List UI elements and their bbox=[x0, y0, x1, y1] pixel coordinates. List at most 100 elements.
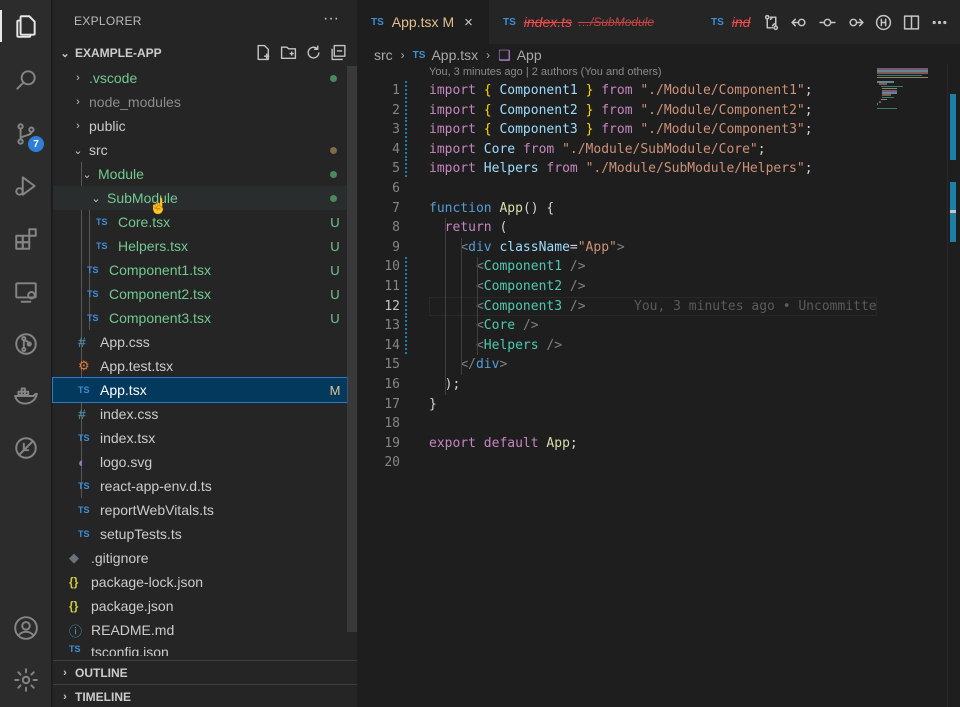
tree-file-helpers[interactable]: TS Helpers.tsx U bbox=[53, 234, 347, 258]
code-line[interactable]: 13 <Core /> bbox=[357, 316, 877, 336]
code-line[interactable]: 1 import { Component1 } from "./Module/Co… bbox=[357, 81, 877, 101]
code-line[interactable]: 15 </div> bbox=[357, 355, 877, 375]
remote-explorer-icon[interactable] bbox=[0, 272, 52, 312]
gitlens-inspect-icon[interactable] bbox=[875, 14, 892, 31]
tab-ind[interactable]: TS ind bbox=[697, 0, 757, 44]
sidebar-scrollbar[interactable] bbox=[347, 66, 357, 632]
gutter-change-marker bbox=[405, 100, 407, 121]
tree-file-component1[interactable]: TS Component1.tsx U bbox=[53, 258, 347, 282]
chevron-down-icon: ⌄ bbox=[60, 47, 70, 60]
code-line[interactable]: 20 bbox=[357, 453, 877, 473]
commit-icon[interactable] bbox=[819, 14, 836, 31]
editor-scrollbar[interactable] bbox=[947, 64, 960, 707]
git-status-untracked: U bbox=[330, 310, 340, 326]
explorer-more-actions[interactable]: ··· bbox=[323, 10, 339, 28]
code-line[interactable]: 3 import { Component3 } from "./Module/Co… bbox=[357, 120, 877, 140]
codelens-blame[interactable]: You, 3 minutes ago | 2 authors (You and … bbox=[429, 66, 662, 78]
chevron-right-icon: › bbox=[63, 690, 67, 703]
new-file-icon[interactable] bbox=[255, 44, 272, 61]
extensions-icon[interactable] bbox=[0, 219, 52, 259]
git-status-dot bbox=[330, 74, 337, 82]
tree-file-component2[interactable]: TS Component2.tsx U bbox=[53, 282, 347, 306]
breadcrumb-folder[interactable]: src bbox=[374, 47, 393, 63]
next-change-icon[interactable] bbox=[847, 14, 864, 31]
run-debug-icon[interactable] bbox=[0, 166, 52, 206]
tree-file-package-json[interactable]: {} package.json bbox=[53, 594, 347, 618]
breadcrumb-symbol[interactable]: App bbox=[517, 47, 542, 63]
tree-file-setup-tests[interactable]: TS setupTests.ts bbox=[53, 522, 347, 546]
line-number: 1 bbox=[392, 83, 400, 98]
refresh-icon[interactable] bbox=[305, 44, 322, 61]
git-status-untracked: U bbox=[330, 262, 340, 278]
gitlens-icon[interactable] bbox=[0, 428, 52, 468]
tree-folder-module[interactable]: ⌄ Module bbox=[53, 162, 347, 186]
tree-file-component3[interactable]: TS Component3.tsx U bbox=[53, 306, 347, 330]
code-line[interactable]: 4 import Core from "./Module/SubModule/Co… bbox=[357, 139, 877, 160]
search-icon[interactable] bbox=[0, 60, 52, 100]
tree-item-label: public bbox=[89, 118, 126, 134]
typescript-icon: TS bbox=[87, 265, 99, 275]
more-actions-icon[interactable] bbox=[931, 14, 948, 31]
code-line[interactable]: 8 return ( bbox=[357, 218, 877, 238]
tree-item-label: tsconfig.json bbox=[91, 644, 169, 656]
tree-file-app-tsx[interactable]: TS App.tsx M bbox=[52, 377, 348, 403]
code-line[interactable]: 12 <Component3 /> You, 3 minutes ago • Un… bbox=[357, 296, 877, 317]
docker-icon[interactable] bbox=[0, 376, 52, 416]
tree-file-package-lock[interactable]: {} package-lock.json bbox=[53, 570, 347, 594]
tree-file-readme[interactable]: ⓘ README.md bbox=[53, 618, 347, 642]
code-line[interactable]: 2 import { Component2 } from "./Module/Co… bbox=[357, 100, 877, 121]
tab-app-tsx[interactable]: TS App.tsx M × bbox=[357, 0, 489, 44]
tree-file-report-web-vitals[interactable]: TS reportWebVitals.ts bbox=[53, 498, 347, 522]
typescript-icon: TS bbox=[96, 241, 108, 251]
previous-change-icon[interactable] bbox=[791, 14, 808, 31]
tree-folder-src[interactable]: ⌄ src bbox=[53, 138, 347, 162]
code-line[interactable]: 9 <div className="App"> bbox=[357, 238, 877, 258]
timeline-section-header[interactable]: › TIMELINE bbox=[53, 684, 357, 707]
tree-file-react-app-env[interactable]: TS react-app-env.d.ts bbox=[53, 474, 347, 498]
tab-label: App.tsx bbox=[391, 14, 439, 30]
typescript-icon: TS bbox=[78, 505, 90, 515]
tree-file-gitignore[interactable]: ◆ .gitignore bbox=[53, 546, 347, 570]
source-control-icon[interactable]: 7 bbox=[0, 114, 52, 154]
tree-file-app-test[interactable]: ⚙ App.test.tsx bbox=[53, 354, 347, 378]
collapse-all-icon[interactable] bbox=[330, 44, 347, 61]
tree-folder-submodule[interactable]: ⌄ SubModule bbox=[53, 186, 347, 210]
git-status-modified: M bbox=[329, 382, 341, 398]
gutter-change-marker bbox=[405, 81, 407, 101]
typescript-icon: TS bbox=[78, 481, 90, 491]
new-folder-icon[interactable] bbox=[280, 44, 297, 61]
tree-file-index-tsx[interactable]: TS index.tsx bbox=[53, 426, 347, 450]
gutter-change-marker bbox=[405, 159, 407, 179]
code-line[interactable]: 7 function App() { bbox=[357, 199, 877, 219]
tree-folder-public[interactable]: › public bbox=[53, 114, 347, 138]
code-line[interactable]: 10 <Component1 /> bbox=[357, 257, 877, 277]
code-line[interactable]: 18 bbox=[357, 414, 877, 434]
outline-section-header[interactable]: › OUTLINE bbox=[53, 660, 357, 684]
explorer-icon[interactable] bbox=[0, 6, 52, 46]
tab-index-ts[interactable]: TS index.ts …/SubModule bbox=[489, 0, 697, 44]
code-text: <Component3 /> bbox=[475, 298, 586, 314]
tree-folder-vscode[interactable]: › .vscode bbox=[53, 66, 347, 90]
tree-file-app-css[interactable]: # App.css bbox=[53, 330, 347, 354]
settings-gear-icon[interactable] bbox=[0, 660, 52, 700]
split-editor-icon[interactable] bbox=[903, 14, 920, 31]
tree-file-core[interactable]: TS Core.tsx U bbox=[53, 210, 347, 234]
account-icon[interactable] bbox=[0, 608, 52, 648]
code-line[interactable]: 17} bbox=[357, 395, 877, 415]
breadcrumb-file[interactable]: App.tsx bbox=[431, 47, 478, 63]
code-line[interactable]: 14 <Helpers /> bbox=[357, 335, 877, 356]
tree-file-tsconfig[interactable]: TS tsconfig.json bbox=[53, 642, 347, 656]
code-line[interactable]: 19 export default App; bbox=[357, 434, 877, 454]
tree-folder-node-modules[interactable]: › node_modules bbox=[53, 90, 347, 114]
tree-file-index-css[interactable]: # index.css bbox=[53, 402, 347, 426]
code-line[interactable]: 16 ); bbox=[357, 375, 877, 395]
typescript-icon: TS bbox=[412, 49, 426, 61]
code-line[interactable]: 11 <Component2 /> bbox=[357, 277, 877, 297]
open-changes-icon[interactable] bbox=[763, 14, 780, 31]
code-line[interactable]: 6 bbox=[357, 179, 877, 199]
minimap[interactable] bbox=[877, 64, 947, 114]
tab-close-icon[interactable]: × bbox=[464, 14, 473, 31]
git-graph-icon[interactable] bbox=[0, 324, 52, 364]
code-line[interactable]: 5 import Helpers from "./Module/SubModule… bbox=[357, 159, 877, 179]
tree-file-logo-svg[interactable]: ◐ logo.svg bbox=[53, 450, 347, 474]
